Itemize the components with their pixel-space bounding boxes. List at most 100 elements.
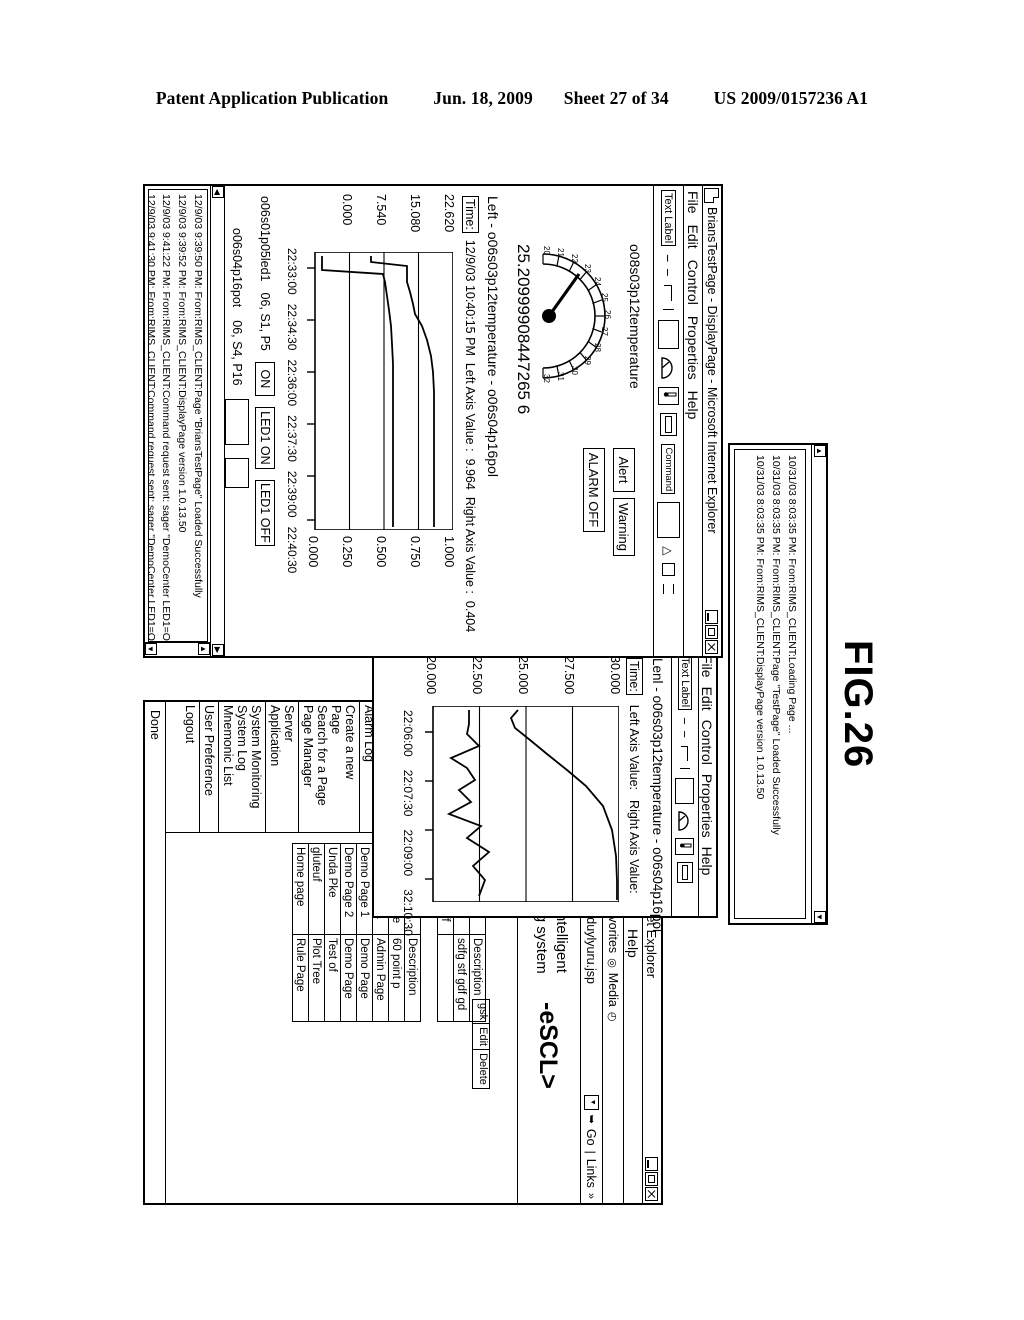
sidebar-item-server[interactable]: Server <box>282 705 296 829</box>
back-chart-header: Lenl - o06s03p12temperature - o06s04p16p… <box>650 658 665 932</box>
ytick-left: 22.620 <box>442 194 456 233</box>
log-window-list[interactable]: 10/31/03 8:03:35 PM: From:RIMS_CLIENT:Lo… <box>734 449 806 919</box>
sidebar-item-create-new[interactable]: Create a new <box>343 705 357 829</box>
minimize-icon[interactable] <box>705 610 719 624</box>
blank-rect-tool-icon[interactable] <box>657 502 680 539</box>
address-dropdown-icon[interactable]: ▼ <box>584 1094 599 1110</box>
links-chevron-icon[interactable]: » <box>586 1193 598 1199</box>
table-row[interactable]: Demo Page 1 Demo Page <box>356 843 373 1022</box>
links-button[interactable]: Links <box>585 1159 599 1188</box>
action-edit[interactable]: Edit <box>472 1024 490 1051</box>
slider-tool-icon[interactable] <box>677 861 693 883</box>
sidebar-item-mnemonic-list[interactable]: Mnemonic List <box>221 705 235 829</box>
history-icon[interactable]: ◴ <box>607 1012 620 1022</box>
close-icon[interactable] <box>645 1187 659 1201</box>
scroll-up-icon[interactable]: ▲ <box>198 643 210 655</box>
on-button[interactable]: ON <box>255 361 275 396</box>
close-icon[interactable] <box>705 640 719 654</box>
table-row[interactable]: gluteuf Plot Tree <box>308 843 325 1022</box>
cell-page-name[interactable]: gluteuf <box>308 843 325 935</box>
text-label-tool[interactable]: Text Label <box>678 654 692 711</box>
menu-help[interactable]: Help <box>625 929 641 958</box>
browser-statusbar: Done <box>145 702 166 1203</box>
thermometer-tool-icon[interactable] <box>675 837 695 855</box>
sidebar-item-system-monitoring[interactable]: System Monitoring <box>249 705 263 829</box>
gauge-widget[interactable]: 20 21 22 23 24 25 26 27 28 29 30 31 32 <box>539 246 623 384</box>
maximize-icon[interactable] <box>705 625 719 639</box>
triangle-tool-icon[interactable]: △ <box>662 546 676 555</box>
lines-tool-icon[interactable] <box>663 584 674 595</box>
cell-page-name[interactable]: Demo Page 1 <box>356 843 373 935</box>
solid-line-icon[interactable] <box>664 285 673 302</box>
cell-page-name[interactable]: Demo Page 2 <box>340 843 357 935</box>
thermometer-tool-icon[interactable] <box>658 387 679 406</box>
table-row[interactable]: Demo Page 2 Demo Page <box>340 843 357 1022</box>
display-front-log-scrollbar[interactable]: ◀ ▶ <box>210 186 224 656</box>
cell-page-name[interactable]: Unda Pke <box>324 843 341 935</box>
led1-on-button[interactable]: LED1 ON <box>255 406 275 469</box>
scroll-up-icon[interactable]: ▲ <box>814 445 826 457</box>
go-button[interactable]: Go <box>585 1129 599 1146</box>
square-tool-icon[interactable] <box>662 563 675 577</box>
text-label-tool[interactable]: Text Label <box>661 190 676 247</box>
go-icon[interactable]: ➥ <box>585 1115 598 1124</box>
sidebar-item-page-manager[interactable]: Page Manager <box>301 705 315 829</box>
cell-description: Admin Page <box>372 934 389 1022</box>
display-front-log-list[interactable]: 12/9/03 9:39:50 PM: From:RIMS_CLIENT:Pag… <box>148 189 208 642</box>
menu-edit[interactable]: Edit <box>700 687 716 711</box>
short-line-icon[interactable] <box>680 767 690 771</box>
pot-value-box[interactable] <box>225 398 249 445</box>
led1-off-button[interactable]: LED1 OFF <box>255 479 275 546</box>
gauge-tick: 26 <box>603 310 612 319</box>
cell-page-name[interactable]: Home page <box>292 843 309 935</box>
pot-slider-box[interactable] <box>225 457 249 488</box>
sidebar-item-application[interactable]: Application <box>268 705 282 829</box>
alarm-off-button[interactable]: ALARM OFF <box>583 448 605 532</box>
xtick: 32:10:30 <box>401 889 415 936</box>
minimize-icon[interactable] <box>645 1157 659 1171</box>
sidebar-item-logout[interactable]: Logout <box>183 705 197 829</box>
action-delete[interactable]: Delete <box>472 1050 490 1089</box>
maximize-icon[interactable] <box>645 1172 659 1186</box>
rectangle-tool-icon[interactable] <box>658 320 679 350</box>
menu-control[interactable]: Control <box>685 260 701 305</box>
alert-button[interactable]: Alert <box>613 448 635 492</box>
table-row[interactable]: Unda Pke Test of <box>324 843 341 1022</box>
warning-button[interactable]: Warning <box>613 498 635 556</box>
gauge-tool-icon[interactable] <box>661 357 676 380</box>
menu-properties[interactable]: Properties <box>700 774 716 838</box>
action-gsk[interactable]: gsk <box>472 999 490 1025</box>
media-icon[interactable]: ◎ <box>607 958 620 968</box>
slider-tool-icon[interactable] <box>660 413 677 437</box>
sidebar-item-create-page[interactable]: Page <box>329 705 343 829</box>
sidebar-item-search-page[interactable]: Search for a Page <box>315 705 329 829</box>
log-window-scrollbar[interactable]: ▲ ▼ <box>811 445 826 923</box>
cell-description: Demo Page <box>340 934 357 1022</box>
short-line-icon[interactable] <box>663 309 674 313</box>
scroll-right-icon[interactable]: ▶ <box>212 644 224 656</box>
menu-file[interactable]: File <box>700 655 716 678</box>
menu-properties[interactable]: Properties <box>685 316 701 380</box>
sidebar-item-user-preference[interactable]: User Preference <box>202 705 216 829</box>
sidebar-item-system-log[interactable]: System Log <box>235 705 249 829</box>
rectangle-tool-icon[interactable] <box>675 777 695 804</box>
menu-edit[interactable]: Edit <box>685 225 701 249</box>
gauge-tool-icon[interactable] <box>678 811 692 831</box>
media-button[interactable]: Media <box>606 973 620 1007</box>
table-row[interactable]: Home page Rule Page <box>292 843 309 1022</box>
cell-description: 60 point p <box>388 934 405 1022</box>
display-front-log-vscroll[interactable]: ▲ ▼ <box>145 642 210 656</box>
log-entry: 12/9/03 9:39:52 PM: From:RIMS_CLIENT:Dis… <box>176 194 189 533</box>
menu-file[interactable]: File <box>685 191 701 214</box>
scroll-left-icon[interactable]: ◀ <box>212 186 224 198</box>
command-tool[interactable]: Command <box>661 444 676 495</box>
ytick-right: 1.000 <box>442 536 456 568</box>
menu-control[interactable]: Control <box>700 720 716 765</box>
menu-help[interactable]: Help <box>685 391 701 420</box>
menu-help[interactable]: Help <box>700 847 716 876</box>
dash-line-icon[interactable]: − − <box>661 254 677 277</box>
solid-line-icon[interactable] <box>681 745 689 761</box>
scroll-down-icon[interactable]: ▼ <box>145 643 157 655</box>
scroll-down-icon[interactable]: ▼ <box>814 911 826 923</box>
dash-line-icon[interactable]: − − <box>678 717 693 739</box>
